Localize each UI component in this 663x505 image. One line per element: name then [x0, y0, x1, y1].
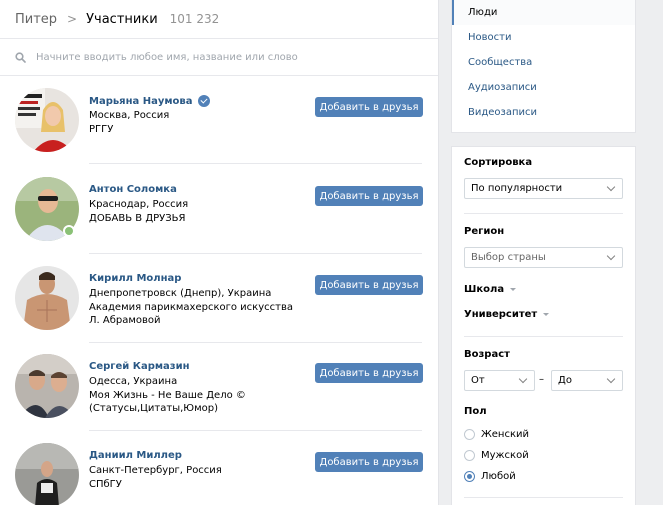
person-location: Краснодар, Россия — [89, 199, 189, 210]
gender-radio-any[interactable]: Любой — [464, 471, 516, 482]
breadcrumb: Питер > Участники 101 232 — [0, 0, 438, 39]
sort-title: Сортировка — [464, 157, 533, 168]
gender-radio-female[interactable]: Женский — [464, 429, 529, 440]
age-title: Возраст — [464, 349, 510, 360]
person-name[interactable]: Даниил Миллер — [89, 450, 182, 461]
caret-down-icon — [510, 288, 517, 291]
filters-panel: Сортировка По популярности Регион Выбор … — [451, 146, 636, 505]
row-divider — [89, 342, 422, 343]
person-name[interactable]: Кирилл Молнар — [89, 273, 181, 284]
nav-item-people[interactable]: Люди — [452, 0, 635, 25]
nav-item-news[interactable]: Новости — [452, 25, 635, 50]
row-divider — [89, 430, 422, 431]
search-bar[interactable]: Начните вводить любое имя, название или … — [0, 39, 438, 76]
age-from-select[interactable]: От — [464, 370, 535, 391]
person-location: Одесса, Украина — [89, 376, 178, 387]
caret-down-icon — [543, 313, 550, 316]
nav-item-communities[interactable]: Сообщества — [452, 50, 635, 75]
members-count: 101 232 — [169, 12, 220, 26]
country-select[interactable]: Выбор страны — [464, 247, 623, 268]
person-location: Днепропетровск (Днепр), Украина — [89, 288, 272, 299]
sort-select[interactable]: По популярности — [464, 178, 623, 199]
person-info: РГГУ — [89, 124, 114, 135]
person-info: СПбГУ — [89, 479, 122, 490]
school-toggle[interactable]: Школа — [464, 284, 517, 295]
filter-divider — [464, 336, 623, 337]
chevron-down-icon — [606, 182, 616, 192]
radio-circle-selected — [464, 471, 475, 482]
avatar[interactable] — [15, 88, 79, 152]
chevron-down-icon — [606, 251, 616, 261]
person-info: Академия парикмахерского искусства Л. Аб… — [89, 302, 293, 326]
region-title: Регион — [464, 226, 505, 237]
row-divider — [89, 253, 422, 254]
person-location: Москва, Россия — [89, 110, 170, 121]
add-friend-button[interactable]: Добавить в друзья — [315, 363, 423, 383]
add-friend-button[interactable]: Добавить в друзья — [315, 275, 423, 295]
gender-title: Пол — [464, 406, 487, 417]
person-info: Моя Жизнь - Не Ваше Дело © (Статусы,Цита… — [89, 390, 246, 414]
chevron-down-icon — [518, 374, 528, 384]
filter-divider — [464, 213, 623, 214]
person-name[interactable]: Антон Соломка — [89, 184, 177, 195]
add-friend-button[interactable]: Добавить в друзья — [315, 97, 423, 117]
verified-icon — [197, 95, 210, 107]
nav-item-video[interactable]: Видеозаписи — [452, 100, 635, 125]
radio-circle — [464, 450, 475, 461]
age-range-dash: – — [539, 374, 544, 385]
age-to-select[interactable]: До — [551, 370, 623, 391]
chevron-down-icon — [606, 374, 616, 384]
person-info: ДОБАВЬ В ДРУЗЬЯ — [89, 213, 186, 224]
avatar[interactable] — [15, 266, 79, 330]
filter-divider — [464, 497, 623, 498]
gender-radio-male[interactable]: Мужской — [464, 450, 529, 461]
row-divider — [89, 163, 422, 164]
breadcrumb-parent-link[interactable]: Питер — [15, 12, 57, 27]
online-indicator — [63, 225, 75, 237]
breadcrumb-current: Участники — [86, 11, 158, 27]
people-list-panel: Питер > Участники 101 232 Начните вводит… — [0, 0, 439, 505]
search-input[interactable]: Начните вводить любое имя, название или … — [36, 52, 298, 63]
avatar[interactable] — [15, 354, 79, 418]
person-location: Санкт-Петербург, Россия — [89, 465, 222, 476]
add-friend-button[interactable]: Добавить в друзья — [315, 186, 423, 206]
search-icon — [15, 48, 26, 67]
breadcrumb-separator: > — [67, 12, 78, 26]
add-friend-button[interactable]: Добавить в друзья — [315, 452, 423, 472]
person-name[interactable]: Марьяна Наумова — [89, 95, 210, 107]
search-section-nav: Люди Новости Сообщества Аудиозаписи Виде… — [451, 0, 636, 133]
avatar[interactable] — [15, 443, 79, 505]
radio-circle — [464, 429, 475, 440]
university-toggle[interactable]: Университет — [464, 309, 550, 320]
person-name[interactable]: Сергей Кармазин — [89, 361, 190, 372]
nav-item-audio[interactable]: Аудиозаписи — [452, 75, 635, 100]
